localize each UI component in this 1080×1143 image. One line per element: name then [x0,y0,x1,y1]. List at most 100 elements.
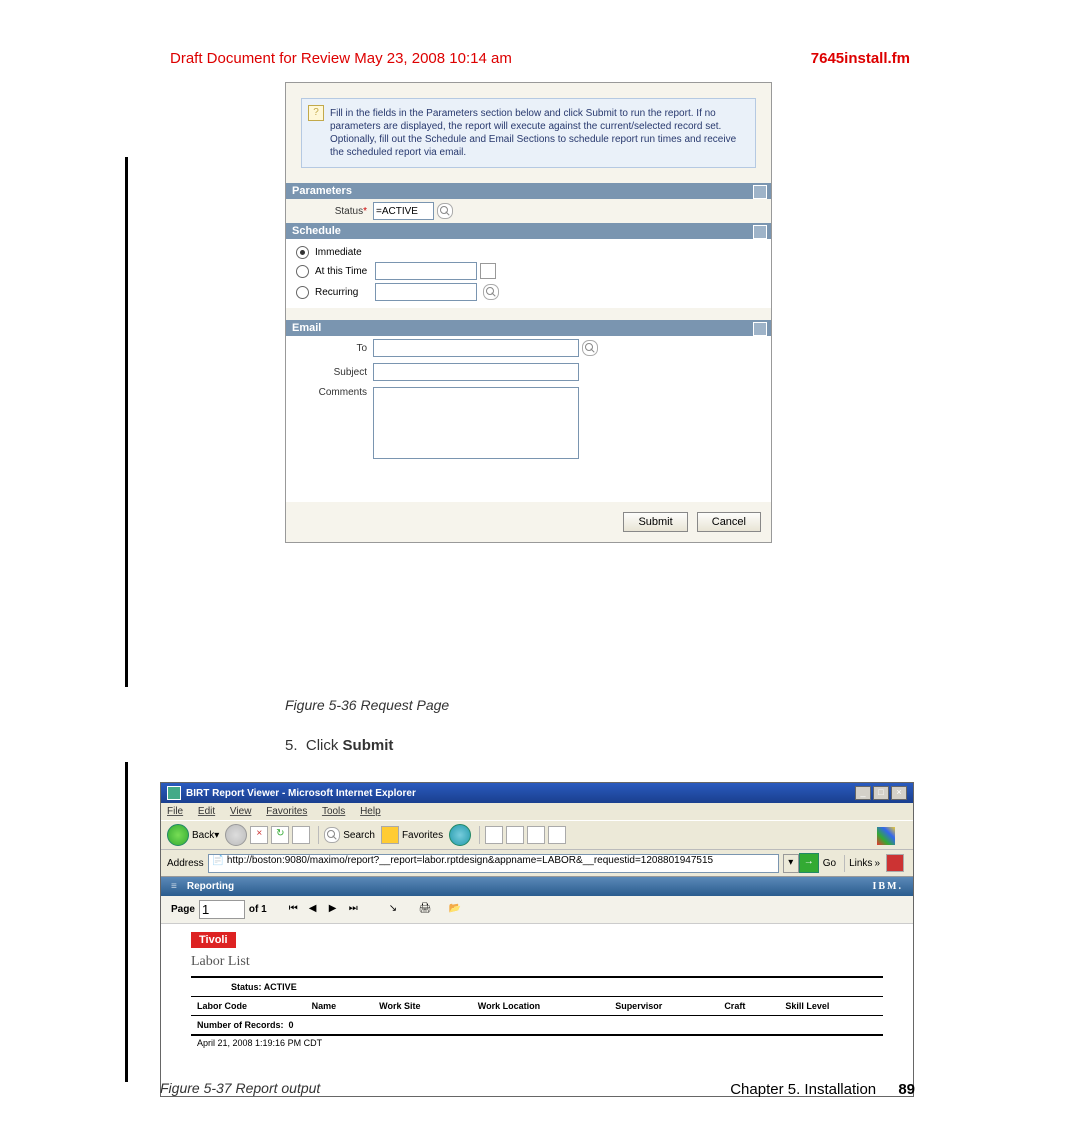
app-banner: ≡Reporting IBM. [161,877,913,896]
col-labor-code: Labor Code [191,999,306,1013]
history-icon[interactable] [449,824,471,846]
first-page-icon[interactable]: ⏮ [289,903,305,917]
to-input[interactable] [373,339,579,357]
tivoli-badge: Tivoli [191,932,236,948]
export-icon[interactable]: 📂 [449,903,465,917]
to-lookup-icon[interactable] [582,340,598,356]
status-line: Status: ACTIVE [191,980,883,994]
search-button[interactable]: Search [324,827,375,843]
page-label: Page [171,904,195,915]
banner-title: Reporting [187,881,234,892]
recurring-lookup-icon[interactable] [483,284,499,300]
last-page-icon[interactable]: ⏭ [349,903,365,917]
submit-button[interactable]: Submit [623,512,687,532]
to-label: To [292,343,373,354]
page-input[interactable] [199,900,245,919]
recurring-radio[interactable] [296,286,309,299]
menu-edit[interactable]: Edit [198,806,215,817]
menu-file[interactable]: File [167,806,183,817]
email-header: Email [286,320,771,336]
section-minimize-icon[interactable] [753,322,767,336]
edit-icon[interactable] [527,826,545,844]
page-footer: Chapter 5. Installation 89 [730,1081,915,1098]
records-line: Number of Records: 0 [191,1018,883,1032]
report-body: Tivoli Labor List Status: ACTIVE Labor C… [161,924,913,1096]
change-bar-2 [125,762,128,1082]
goto-icon[interactable]: ↘ [389,903,405,917]
subject-input[interactable] [373,363,579,381]
browser-window: BIRT Report Viewer - Microsoft Internet … [160,782,914,1097]
favorites-button[interactable]: Favorites [381,826,443,844]
discuss-icon[interactable] [548,826,566,844]
draft-notice: Draft Document for Review May 23, 2008 1… [170,50,512,67]
section-minimize-icon[interactable] [753,225,767,239]
windows-logo-icon [877,827,895,845]
stop-icon[interactable]: × [250,826,268,844]
recurring-input[interactable] [375,283,477,301]
print-icon[interactable] [506,826,524,844]
snagit-icon[interactable] [886,854,904,872]
status-label: Status* [292,206,373,217]
back-button[interactable]: Back ▾ [167,824,219,846]
tip-icon: ? [308,105,324,121]
calendar-icon[interactable] [480,263,496,279]
toolbar: Back ▾ × ↻ Search Favorites [161,820,913,850]
forward-button[interactable] [225,824,247,846]
next-page-icon[interactable]: ▶ [329,903,345,917]
section-minimize-icon[interactable] [753,185,767,199]
status-lookup-icon[interactable] [437,203,453,219]
at-this-time-label: At this Time [315,266,375,277]
request-dialog: ? Fill in the fields in the Parameters s… [285,82,772,543]
col-work-location: Work Location [472,999,609,1013]
minimize-button[interactable]: _ [855,786,871,800]
step-5: 5. Click Submit [285,737,393,754]
comments-label: Comments [292,387,373,398]
address-label: Address [167,858,204,869]
of-label: of [249,904,258,915]
email-label: Email [292,322,321,334]
menu-view[interactable]: View [230,806,252,817]
subject-label: Subject [292,367,373,378]
immediate-radio[interactable] [296,246,309,259]
at-this-time-radio[interactable] [296,265,309,278]
maximize-button[interactable]: □ [873,786,889,800]
title-bar: BIRT Report Viewer - Microsoft Internet … [161,783,913,803]
parameters-label: Parameters [292,185,352,197]
col-skill-level: Skill Level [779,999,883,1013]
links-label[interactable]: Links [849,858,872,869]
prev-page-icon[interactable]: ◀ [309,903,325,917]
address-input[interactable]: 📄 http://boston:9080/maximo/report?__rep… [208,854,779,873]
tip-text: Fill in the fields in the Parameters sec… [330,108,736,158]
mail-icon[interactable] [485,826,503,844]
menu-tools[interactable]: Tools [322,806,345,817]
page-number: 89 [898,1081,915,1098]
chapter-label: Chapter 5. Installation [730,1081,876,1098]
address-bar: Address 📄 http://boston:9080/maximo/repo… [161,850,913,877]
close-button[interactable]: × [891,786,907,800]
schedule-header: Schedule [286,223,771,239]
home-icon[interactable] [292,826,310,844]
print-report-icon[interactable]: 🖨 [419,903,435,917]
parameters-header: Parameters [286,183,771,199]
col-craft: Craft [718,999,779,1013]
timestamp: April 21, 2008 1:19:16 PM CDT [191,1038,883,1048]
ie-icon [167,786,181,800]
go-label: Go [823,858,836,869]
figure-caption-37: Figure 5-37 Report output [160,1080,320,1096]
at-this-time-input[interactable] [375,262,477,280]
cancel-button[interactable]: Cancel [697,512,761,532]
menu-favorites[interactable]: Favorites [266,806,307,817]
refresh-icon[interactable]: ↻ [271,826,289,844]
page-total: 1 [261,904,267,915]
status-input[interactable] [373,202,434,220]
change-bar [125,157,128,687]
recurring-label: Recurring [315,287,375,298]
go-button[interactable]: → [799,853,819,873]
comments-input[interactable] [373,387,579,459]
filename: 7645install.fm [811,50,910,67]
menu-help[interactable]: Help [360,806,381,817]
figure-caption-36: Figure 5-36 Request Page [285,697,449,713]
report-table: Labor Code Name Work Site Work Location … [191,999,883,1013]
tip-box: ? Fill in the fields in the Parameters s… [301,98,756,168]
report-title: Labor List [191,954,883,970]
